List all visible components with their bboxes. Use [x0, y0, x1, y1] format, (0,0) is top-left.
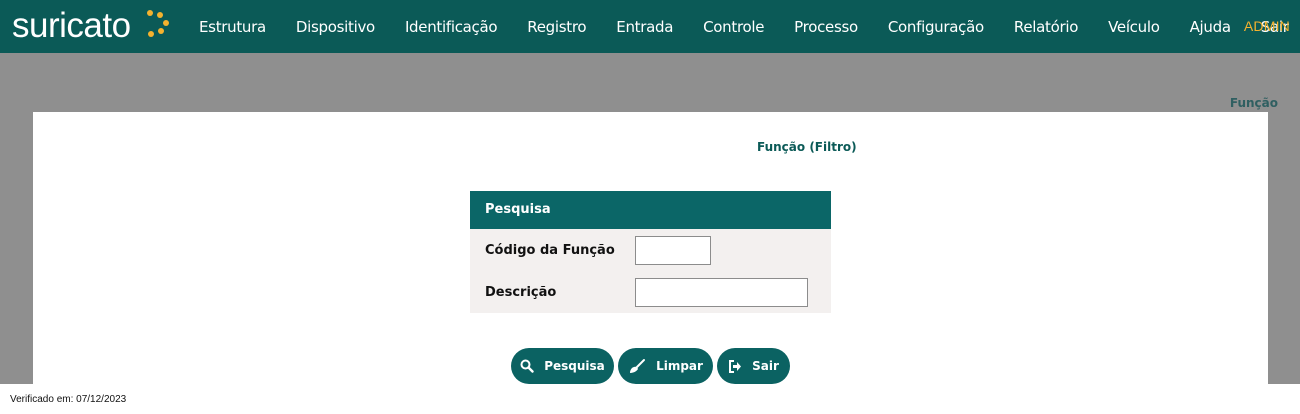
exit-button-label: Sair — [752, 359, 779, 373]
clear-button-label: Limpar — [656, 359, 703, 373]
menu-item-registro[interactable]: Registro — [512, 18, 601, 36]
app-logo[interactable]: suricato — [12, 5, 131, 47]
logo-dots-icon — [147, 10, 169, 37]
search-box: Pesquisa Código da Função Descrição — [470, 191, 831, 313]
menu-item-veiculo[interactable]: Veículo — [1093, 18, 1175, 36]
menu-item-identificacao[interactable]: Identificação — [390, 18, 512, 36]
field-row-codigo: Código da Função — [485, 235, 711, 265]
descricao-input[interactable] — [635, 277, 808, 307]
main-menu: Estrutura Dispositivo Identificação Regi… — [184, 0, 1300, 53]
top-navbar: suricato Estrutura Dispositivo Identific… — [0, 0, 1300, 53]
breadcrumb: Função — [1229, 96, 1278, 110]
menu-item-configuracao[interactable]: Configuração — [873, 18, 999, 36]
menu-item-processo[interactable]: Processo — [779, 18, 873, 36]
search-header: Pesquisa — [470, 191, 831, 229]
user-name[interactable]: ADMIN — [1244, 18, 1290, 34]
codigo-funcao-input[interactable] — [635, 235, 711, 265]
menu-item-ajuda[interactable]: Ajuda — [1175, 18, 1246, 36]
button-bar: Pesquisa Limpar Sair — [511, 348, 790, 384]
field-row-descricao: Descrição — [485, 277, 808, 307]
page-title: Função (Filtro) — [757, 140, 857, 154]
logo-text: suricato — [12, 6, 131, 45]
menu-item-relatorio[interactable]: Relatório — [999, 18, 1093, 36]
descricao-label: Descrição — [485, 284, 557, 300]
menu-item-dispositivo[interactable]: Dispositivo — [281, 18, 390, 36]
broom-icon — [630, 359, 646, 373]
menu-item-controle[interactable]: Controle — [688, 18, 779, 36]
menu-item-estrutura[interactable]: Estrutura — [184, 18, 281, 36]
clear-button[interactable]: Limpar — [618, 348, 713, 384]
exit-button[interactable]: Sair — [717, 348, 790, 384]
verified-date: Verificado em: 07/12/2023 — [10, 394, 127, 405]
main-panel: Função (Filtro) Pesquisa Código da Funçã… — [33, 112, 1268, 384]
search-button-label: Pesquisa — [544, 359, 605, 373]
menu-item-entrada[interactable]: Entrada — [601, 18, 688, 36]
search-button[interactable]: Pesquisa — [511, 348, 614, 384]
sign-out-icon — [729, 359, 742, 373]
magnifier-icon — [520, 359, 534, 373]
codigo-label: Código da Função — [485, 242, 615, 258]
